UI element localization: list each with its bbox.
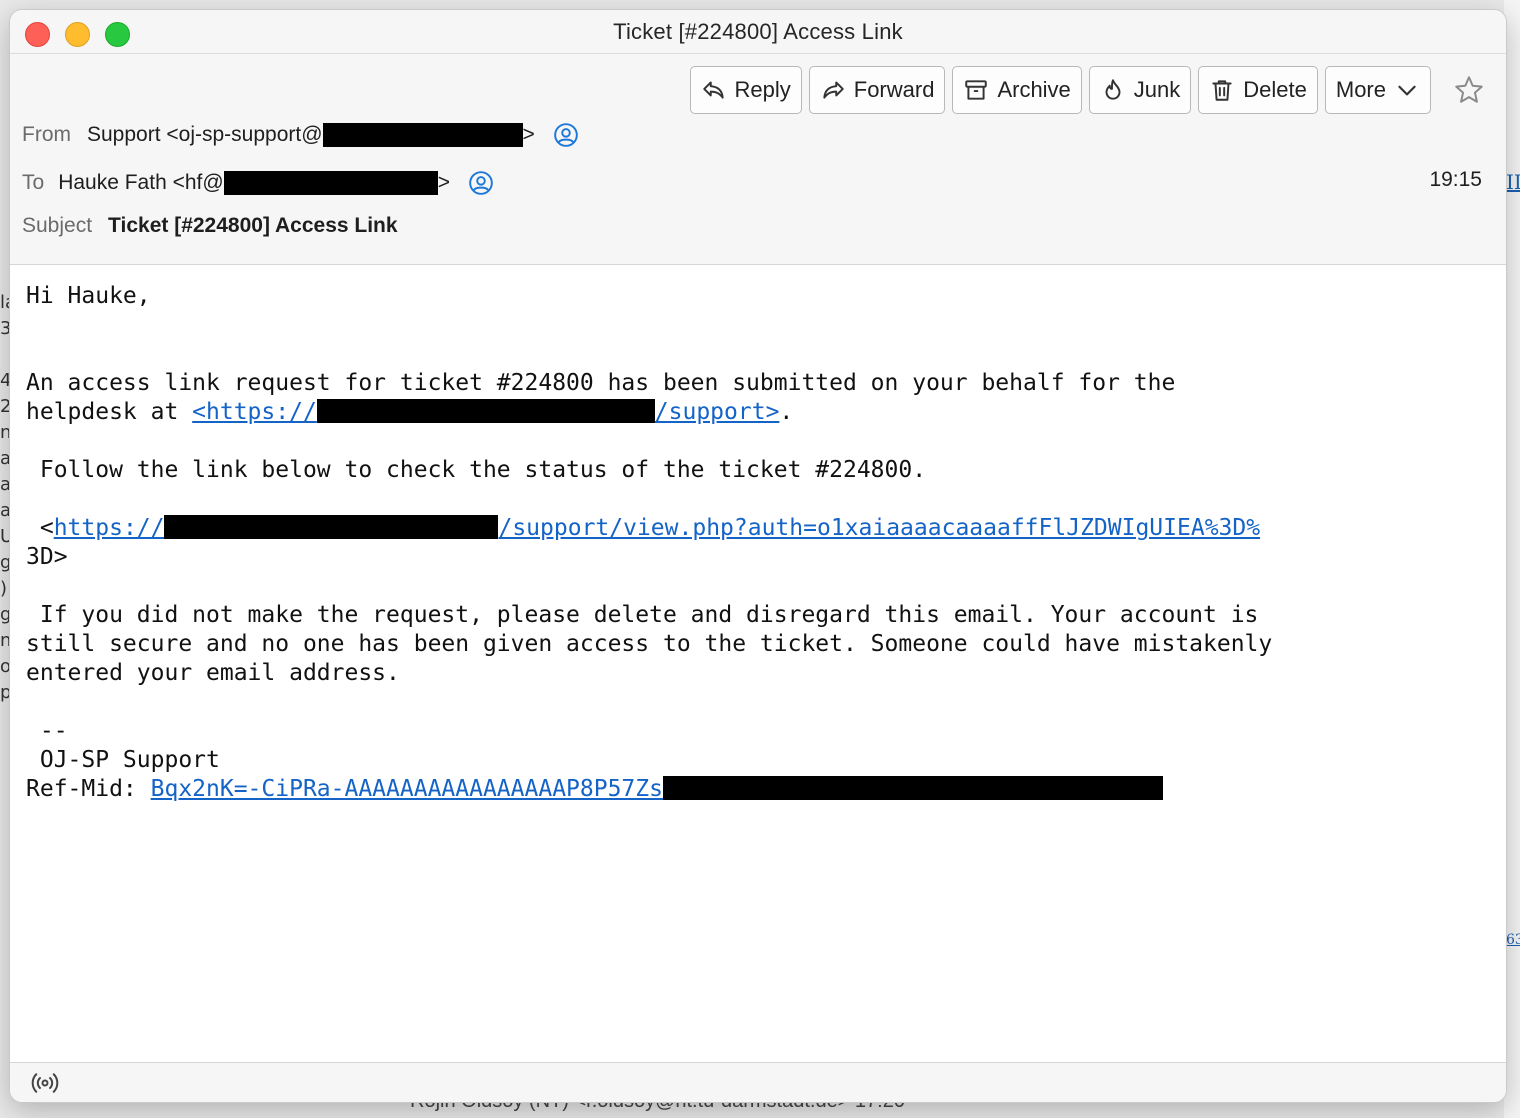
paragraph-3-line-1: If you did not make the request, please … <box>26 602 1259 628</box>
close-window-button[interactable] <box>25 22 50 47</box>
junk-label: Junk <box>1133 77 1181 102</box>
redaction <box>164 515 499 539</box>
from-label: From <box>22 123 71 146</box>
minimize-window-button[interactable] <box>65 22 90 47</box>
archive-button[interactable]: Archive <box>952 66 1082 114</box>
message-body: Hi Hauke, An access link request for tic… <box>10 266 1506 1062</box>
forward-label: Forward <box>853 77 935 102</box>
paragraph-3-line-3: entered your email address. <box>26 660 400 686</box>
delete-label: Delete <box>1243 77 1307 102</box>
more-label: More <box>1335 77 1386 102</box>
chevron-down-icon <box>1398 85 1416 96</box>
delete-button[interactable]: Delete <box>1198 66 1318 114</box>
ticket-status-link[interactable]: https:///support/view.php?auth=o1xaiaaaa… <box>54 515 1260 541</box>
subject-value: Ticket [#224800] Access Link <box>108 214 398 237</box>
online-status-icon[interactable] <box>30 1068 60 1098</box>
contact-icon[interactable] <box>468 170 494 196</box>
paragraph-3-line-2: still secure and no one has been given a… <box>26 631 1273 657</box>
window-controls <box>25 22 130 47</box>
helpdesk-link[interactable]: <https:///support> <box>192 399 779 425</box>
title-bar: Ticket [#224800] Access Link <box>10 10 1506 54</box>
redaction <box>322 123 523 147</box>
reply-icon <box>702 81 724 99</box>
ref-mid-link[interactable]: Bqx2nK=-CiPRa-AAAAAAAAAAAAAAAAP8P57Zs <box>151 776 663 802</box>
ref-mid-label: Ref-Mid: <box>26 776 151 802</box>
from-address[interactable]: Support <oj-sp-support@ > <box>87 123 535 147</box>
paragraph-1-line-1: An access link request for ticket #22480… <box>26 370 1176 396</box>
archive-label: Archive <box>997 77 1071 102</box>
to-address[interactable]: Hauke Fath <hf@ > <box>58 171 450 195</box>
to-label: To <box>22 171 45 194</box>
subject-row: Subject Ticket [#224800] Access Link <box>22 214 398 238</box>
redaction <box>223 171 438 195</box>
forward-button[interactable]: Forward <box>808 66 946 114</box>
paragraph-2: Follow the link below to check the statu… <box>26 457 927 483</box>
zoom-window-button[interactable] <box>105 22 130 47</box>
greeting: Hi Hauke, <box>26 283 151 309</box>
status-bar <box>10 1062 1506 1102</box>
message-time: 19:15 <box>1429 168 1482 191</box>
trash-icon <box>1212 80 1232 101</box>
signature-separator: -- <box>26 718 68 744</box>
more-button[interactable]: More <box>1324 66 1431 114</box>
contact-icon[interactable] <box>553 122 579 148</box>
star-icon[interactable] <box>1452 73 1486 107</box>
message-header: Reply Forward Archive Junk Delete More F… <box>10 54 1506 265</box>
message-window: Ticket [#224800] Access Link Reply Forwa… <box>10 10 1506 1102</box>
window-title: Ticket [#224800] Access Link <box>613 18 903 44</box>
archive-icon <box>965 80 988 100</box>
signature-name: OJ-SP Support <box>26 747 220 773</box>
redaction <box>316 399 655 423</box>
subject-label: Subject <box>22 214 93 237</box>
from-row: From Support <oj-sp-support@ > <box>22 122 579 148</box>
forward-icon <box>823 81 844 99</box>
message-text: Hi Hauke, An access link request for tic… <box>26 283 1273 802</box>
flame-icon <box>1105 79 1121 100</box>
to-row: To Hauke Fath <hf@ > <box>22 170 494 196</box>
message-toolbar: Reply Forward Archive Junk Delete More <box>689 66 1487 114</box>
background-app-right-edge: II 63 <box>1504 0 1520 1118</box>
junk-button[interactable]: Junk <box>1088 66 1192 114</box>
redaction <box>662 776 1163 800</box>
reply-button[interactable]: Reply <box>689 66 802 114</box>
reply-label: Reply <box>734 77 791 102</box>
